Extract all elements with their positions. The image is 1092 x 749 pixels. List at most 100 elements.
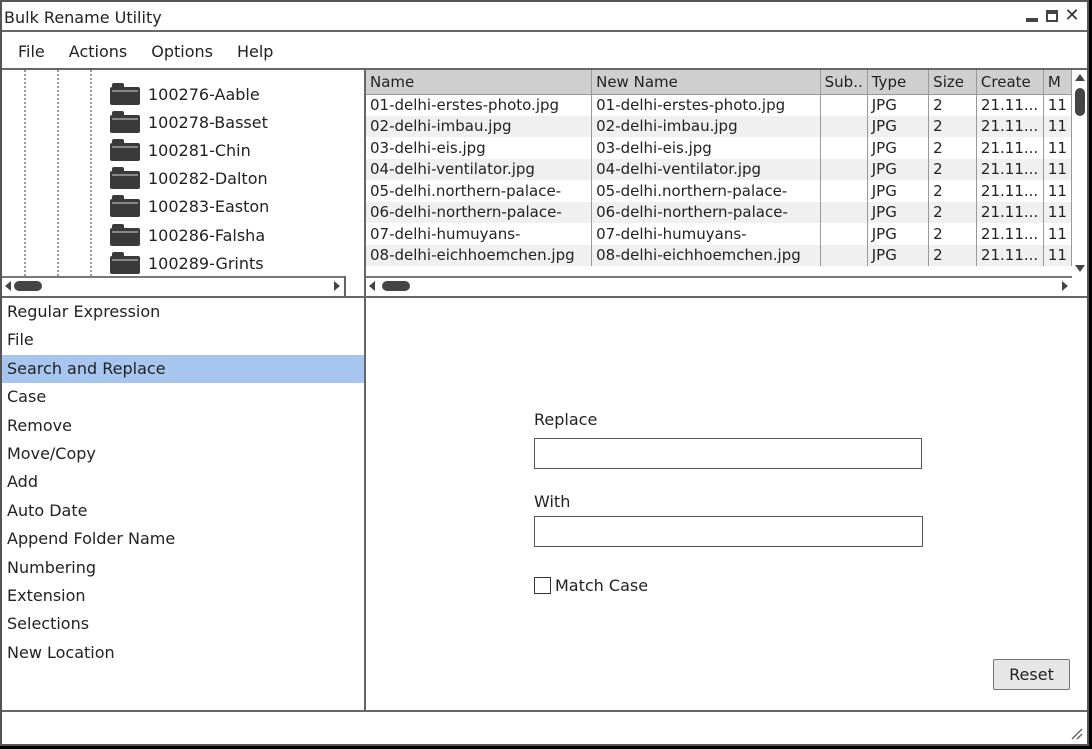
menu-file[interactable]: File (18, 42, 45, 61)
tree-horizontal-scrollbar[interactable] (2, 276, 344, 294)
cell-sub (820, 94, 868, 116)
column-header-new-name[interactable]: New Name (591, 70, 821, 95)
cell-type: JPG (867, 180, 930, 202)
reset-button[interactable]: Reset (993, 659, 1070, 690)
column-header-sub[interactable]: Sub.. (820, 70, 868, 95)
column-header-created[interactable]: Create (976, 70, 1044, 95)
close-button[interactable]: ✕ (1063, 6, 1081, 26)
minimize-icon (1026, 18, 1038, 22)
scroll-left-icon[interactable] (5, 281, 11, 291)
cell-new-name: 05-delhi.northern-palace- (591, 180, 821, 202)
cell-name: 04-delhi-ventilator.jpg (366, 158, 593, 180)
cell-created: 21.11... (976, 158, 1044, 180)
scroll-down-icon[interactable] (1075, 265, 1085, 272)
cell-modified: 11 (1043, 244, 1072, 266)
function-item-file[interactable]: File (2, 326, 364, 354)
cell-sub (820, 244, 868, 266)
function-item-remove[interactable]: Remove (2, 412, 364, 440)
scroll-left-icon[interactable] (369, 281, 375, 291)
table-row[interactable]: 02-delhi-imbau.jpg 02-delhi-imbau.jpg JP… (366, 115, 1072, 137)
menu-options[interactable]: Options (151, 42, 213, 61)
function-item-numbering[interactable]: Numbering (2, 554, 364, 582)
column-header-type[interactable]: Type (867, 70, 930, 95)
function-item-selections[interactable]: Selections (2, 610, 364, 638)
tree-item-folder[interactable]: 100282-Dalton (110, 164, 268, 192)
cell-modified: 11 (1043, 158, 1072, 180)
cell-sub (820, 180, 868, 202)
tree-item-folder[interactable]: 100278-Basset (110, 108, 268, 136)
folder-icon (110, 111, 140, 133)
title-bar: Bulk Rename Utility ✕ (2, 2, 1087, 32)
tree-guide-line (24, 70, 26, 276)
replace-input[interactable] (534, 438, 922, 469)
table-row[interactable]: 04-delhi-ventilator.jpg 04-delhi-ventila… (366, 158, 1072, 180)
folder-icon (110, 83, 140, 105)
column-header-modified[interactable]: M (1043, 70, 1072, 95)
folder-tree: 100276-Aable 100278-Basset 100281-Chin 1… (2, 70, 344, 276)
function-item-add[interactable]: Add (2, 468, 364, 496)
cell-new-name: 03-delhi-eis.jpg (591, 137, 821, 159)
function-item-append-folder-name[interactable]: Append Folder Name (2, 525, 364, 553)
folder-icon (110, 252, 140, 274)
cell-created: 21.11... (976, 223, 1044, 245)
tree-item-folder[interactable]: 100283-Easton (110, 192, 269, 220)
file-horizontal-scrollbar[interactable] (366, 276, 1072, 294)
cell-new-name: 04-delhi-ventilator.jpg (591, 158, 821, 180)
tree-item-folder[interactable]: 100289-Grints (110, 249, 264, 276)
cell-type: JPG (867, 94, 930, 116)
table-row[interactable]: 07-delhi-humuyans- 07-delhi-humuyans- JP… (366, 223, 1072, 245)
match-case-option[interactable]: Match Case (534, 576, 648, 595)
folder-label: 100289-Grints (148, 253, 264, 273)
minimize-button[interactable] (1023, 6, 1041, 26)
menu-help[interactable]: Help (237, 42, 273, 61)
function-item-search-and-replace[interactable]: Search and Replace (2, 354, 364, 384)
cell-size: 2 (928, 223, 977, 245)
function-item-case[interactable]: Case (2, 383, 364, 411)
search-replace-panel: Replace With Match Case Reset (366, 298, 1087, 710)
function-item-regular-expression[interactable]: Regular Expression (2, 298, 364, 326)
menu-bar: File Actions Options Help (2, 34, 1087, 70)
function-item-auto-date[interactable]: Auto Date (2, 497, 364, 525)
menu-actions[interactable]: Actions (69, 42, 127, 61)
cell-modified: 11 (1043, 223, 1072, 245)
cell-name: 03-delhi-eis.jpg (366, 137, 593, 159)
tree-item-folder[interactable]: 100276-Aable (110, 80, 260, 108)
table-header-row: Name New Name Sub.. Type Size Create M (366, 70, 1072, 95)
table-row[interactable]: 08-delhi-eichhoemchen.jpg 08-delhi-eichh… (366, 244, 1072, 266)
function-item-new-location[interactable]: New Location (2, 639, 364, 667)
table-row[interactable]: 01-delhi-erstes-photo.jpg 01-delhi-erste… (366, 94, 1072, 116)
scroll-up-icon[interactable] (1075, 74, 1085, 81)
cell-created: 21.11... (976, 180, 1044, 202)
table-row[interactable]: 06-delhi-northern-palace- 06-delhi-north… (366, 201, 1072, 223)
folder-label: 100282-Dalton (148, 168, 268, 188)
resize-grip-icon[interactable] (1069, 726, 1083, 740)
column-header-name[interactable]: Name (366, 70, 593, 95)
cell-sub (820, 158, 868, 180)
scroll-right-icon[interactable] (334, 281, 340, 291)
tree-item-folder[interactable]: 100286-Falsha (110, 221, 265, 249)
folder-label: 100283-Easton (148, 196, 270, 216)
tree-guide-line (57, 70, 59, 276)
cell-type: JPG (867, 201, 930, 223)
main-window: Bulk Rename Utility ✕ File Actions Optio… (0, 0, 1089, 746)
maximize-button[interactable] (1043, 6, 1061, 26)
function-item-move-copy[interactable]: Move/Copy (2, 440, 364, 468)
window-controls: ✕ (1023, 6, 1081, 26)
pane-divider (344, 276, 346, 296)
scroll-right-icon[interactable] (1062, 281, 1068, 291)
maximize-icon (1046, 10, 1058, 22)
scroll-thumb[interactable] (382, 281, 410, 291)
table-row[interactable]: 05-delhi.northern-palace- 05-delhi.north… (366, 180, 1072, 202)
table-row[interactable]: 03-delhi-eis.jpg 03-delhi-eis.jpg JPG 2 … (366, 137, 1072, 159)
cell-size: 2 (928, 94, 977, 116)
scroll-thumb[interactable] (14, 281, 42, 291)
column-header-size[interactable]: Size (928, 70, 977, 95)
match-case-checkbox[interactable] (534, 577, 551, 594)
tree-item-folder[interactable]: 100281-Chin (110, 136, 251, 164)
file-vertical-scrollbar[interactable] (1072, 70, 1087, 276)
function-item-extension[interactable]: Extension (2, 582, 364, 610)
scroll-thumb[interactable] (1075, 88, 1085, 116)
cell-type: JPG (867, 244, 930, 266)
cell-type: JPG (867, 115, 930, 137)
with-input[interactable] (534, 516, 923, 547)
